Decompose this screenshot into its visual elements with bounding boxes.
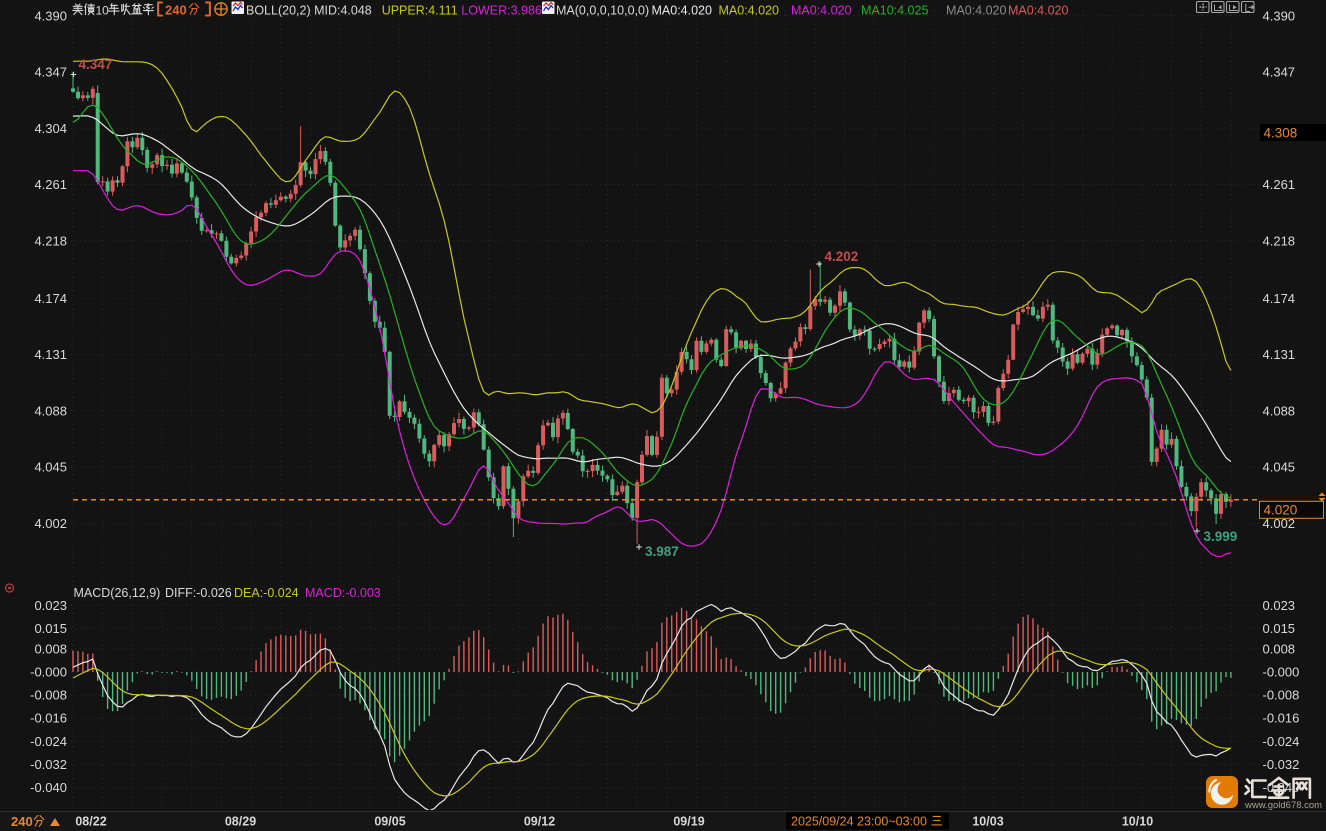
svg-text:MA0:4.020: MA0:4.020	[652, 4, 713, 18]
svg-text:09/19: 09/19	[673, 815, 704, 829]
svg-text:4.202: 4.202	[825, 249, 859, 264]
svg-text:-0.024: -0.024	[30, 734, 67, 749]
svg-text:4.020: 4.020	[1264, 502, 1298, 517]
svg-text:4.390: 4.390	[1263, 8, 1296, 23]
svg-text:0.023: 0.023	[1263, 598, 1296, 613]
svg-text:DEA:-0.024: DEA:-0.024	[234, 586, 299, 600]
svg-text:MA0:4.020: MA0:4.020	[791, 4, 852, 18]
svg-text:4.347: 4.347	[34, 65, 67, 80]
svg-text:240: 240	[11, 814, 33, 829]
svg-text:240: 240	[165, 3, 187, 18]
svg-text:-0.000: -0.000	[30, 665, 67, 680]
svg-text:0.008: 0.008	[34, 641, 67, 656]
svg-text:-0.000: -0.000	[1263, 665, 1300, 680]
svg-text:4.261: 4.261	[1263, 177, 1296, 192]
svg-text:4.218: 4.218	[34, 233, 67, 248]
svg-text:4.347: 4.347	[1263, 65, 1296, 80]
svg-text:4.304: 4.304	[34, 121, 67, 136]
svg-text:-0.016: -0.016	[30, 711, 67, 726]
svg-text:MA(0,0,0,10,0,0): MA(0,0,0,10,0,0)	[556, 4, 649, 18]
svg-text:4.218: 4.218	[1263, 233, 1296, 248]
svg-text:4.174: 4.174	[1263, 291, 1296, 306]
svg-text:MACD(26,12,9): MACD(26,12,9)	[74, 586, 161, 600]
svg-text:DIFF:-0.026: DIFF:-0.026	[165, 586, 232, 600]
svg-text:4.174: 4.174	[34, 291, 67, 306]
svg-text:4.045: 4.045	[1263, 460, 1296, 475]
svg-text:2025/09/24 23:00~03:00: 2025/09/24 23:00~03:00	[791, 815, 927, 829]
svg-text:LOWER:3.986: LOWER:3.986	[461, 4, 542, 18]
svg-text:08/22: 08/22	[75, 815, 106, 829]
svg-text:4.131: 4.131	[1263, 347, 1296, 362]
svg-text:4.347: 4.347	[79, 57, 113, 72]
svg-text:0.008: 0.008	[1263, 641, 1296, 656]
svg-text:0.015: 0.015	[34, 621, 67, 636]
svg-text:3.987: 3.987	[645, 544, 679, 559]
svg-text:4.390: 4.390	[34, 8, 67, 23]
svg-text:4.088: 4.088	[34, 403, 67, 418]
svg-text:09/05: 09/05	[374, 815, 405, 829]
svg-text:-0.032: -0.032	[30, 757, 67, 772]
svg-text:www.gold678.com: www.gold678.com	[1244, 800, 1322, 811]
svg-text:MA0:4.020: MA0:4.020	[1008, 4, 1069, 18]
svg-text:4.131: 4.131	[34, 347, 67, 362]
svg-text:10: 10	[96, 4, 110, 18]
svg-text:10/03: 10/03	[972, 815, 1003, 829]
svg-text:-0.032: -0.032	[1263, 757, 1300, 772]
svg-text:0.023: 0.023	[34, 598, 67, 613]
svg-text:4.045: 4.045	[34, 460, 67, 475]
svg-text:MA0:4.020: MA0:4.020	[946, 4, 1007, 18]
svg-text:MA0:4.020: MA0:4.020	[719, 4, 780, 18]
svg-text:4.308: 4.308	[1264, 126, 1298, 141]
svg-text:-0.008: -0.008	[1263, 688, 1300, 703]
svg-text:4.002: 4.002	[34, 516, 67, 531]
svg-text:-0.040: -0.040	[1263, 780, 1300, 795]
svg-text:3.999: 3.999	[1204, 529, 1238, 544]
svg-text:0.015: 0.015	[1263, 621, 1296, 636]
svg-text:BOLL(20,2) MID:4.048: BOLL(20,2) MID:4.048	[246, 4, 372, 18]
svg-text:09/12: 09/12	[524, 815, 555, 829]
svg-text:-0.024: -0.024	[1263, 734, 1300, 749]
svg-text:4.088: 4.088	[1263, 403, 1296, 418]
svg-text:-0.040: -0.040	[30, 780, 67, 795]
svg-text:MA10:4.025: MA10:4.025	[861, 4, 928, 18]
svg-text:4.261: 4.261	[34, 177, 67, 192]
svg-text:08/29: 08/29	[225, 815, 256, 829]
svg-text:10/10: 10/10	[1122, 815, 1153, 829]
svg-text:-0.008: -0.008	[30, 688, 67, 703]
svg-text:UPPER:4.111: UPPER:4.111	[382, 4, 458, 18]
svg-text:MACD:-0.003: MACD:-0.003	[305, 586, 381, 600]
svg-text:-0.016: -0.016	[1263, 711, 1300, 726]
